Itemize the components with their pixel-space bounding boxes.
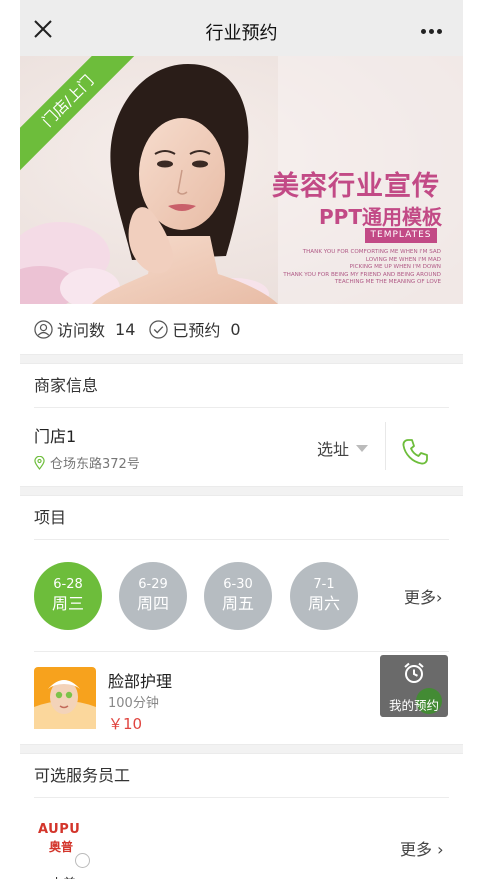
service-duration: 100分钟 [108,696,159,711]
banner-title: 美容行业宣传 [272,171,440,202]
my-booking-button[interactable]: 我的预约 [380,655,448,717]
section-divider [20,744,463,754]
banner-line: THANK YOU FOR BEING MY FRIEND AND BEING … [283,271,441,278]
section-divider [20,486,463,496]
booked-stat: 已预约 0 [149,317,241,341]
date-weekday: 周三 [51,594,84,613]
check-circle-icon [149,319,169,339]
store-name: 门店1 [34,427,77,446]
location-pin-icon [34,455,45,470]
stats-bar: 访问数 14 已预约 0 [20,304,463,354]
more-staff-label: 更多 [400,840,433,859]
date-day: 7-1 [313,577,335,592]
more-staff-button[interactable]: 更多 › [400,836,444,860]
visits-label: 访问数 [57,321,106,340]
visits-stat: 访问数 14 [34,317,135,341]
visits-count: 14 [115,319,136,339]
booked-label: 已预约 [172,321,221,340]
select-address-label: 选址 [317,440,350,459]
banner-line: THANK YOU FOR COMFORTING ME WHEN I'M SAD [302,249,441,255]
user-icon [34,319,53,339]
banner-fine-print: THANK YOU FOR COMFORTING ME WHEN I'M SAD… [241,249,441,287]
date-day: 6-30 [223,577,253,592]
vertical-divider [385,422,386,470]
phone-icon[interactable] [400,437,430,467]
date-weekday: 周四 [136,594,169,613]
dropdown-caret-icon [356,444,369,452]
banner[interactable]: 门店/上门 美容行业宣传 PPT通用模板 TEMPLATES THANK YOU… [20,56,463,304]
date-option-6-28[interactable]: 6-28 周三 [34,562,102,630]
store-address-text: 仓场东路372号 [50,457,140,472]
date-day: 6-29 [138,577,168,592]
service-price: ￥10 [108,715,143,733]
service-name: 脸部护理 [108,672,173,691]
store-address: 仓场东路372号 [34,453,140,472]
date-option-6-29[interactable]: 6-29 周四 [119,562,187,630]
navbar: 行业预约 [20,0,463,56]
my-booking-label: 我的预约 [388,698,439,713]
banner-subtitle: PPT通用模板 [319,205,442,229]
brand-logo-text: AUPU [38,822,81,837]
store-row: 门店1 仓场东路372号 选址 [20,408,463,486]
more-dates-button[interactable]: 更多› [404,584,442,608]
banner-line: TEACHING ME THE MEANING OF LOVE [334,279,441,286]
staff-section-header: 可选服务员工 [34,754,449,798]
chevron-right-icon: › [436,588,443,607]
alarm-clock-icon [404,662,424,683]
banner-line: LOVING ME WHEN I'M MAD [365,256,441,263]
chevron-right-icon: › [432,840,444,859]
staff-row: AUPU 奥普 小美 更多 › [20,798,463,879]
select-address-dropdown[interactable]: 选址 [317,436,369,460]
staff-name: 小美 [50,873,76,879]
merchant-section-header: 商家信息 [34,364,449,408]
section-divider [20,354,463,364]
date-option-7-1[interactable]: 7-1 周六 [290,562,358,630]
project-section-header: 项目 [34,496,449,540]
date-option-6-30[interactable]: 6-30 周五 [204,562,272,630]
service-thumbnail [34,667,96,729]
staff-avatar[interactable]: AUPU 奥普 [38,822,90,855]
date-weekday: 周六 [307,594,340,613]
more-dates-label: 更多 [404,588,437,607]
service-item[interactable]: 脸部护理 100分钟 ￥10 我的预约 [20,652,463,744]
banner-line: PICKING ME UP WHEN I'M DOWN [349,264,441,271]
staff-select-radio[interactable] [75,853,90,868]
booked-count: 0 [230,319,241,339]
more-menu-icon[interactable] [421,29,443,35]
banner-tag: TEMPLATES [365,228,437,243]
page-title: 行业预约 [205,23,278,44]
date-day: 6-28 [53,577,83,592]
date-weekday: 周五 [221,594,254,613]
page: 行业预约 门店/上门 美容行业宣传 PPT通用模板 TEMPLATES THAN… [20,0,463,879]
date-selector: 6-28 周三 6-29 周四 6-30 周五 7-1 周六 更多› [34,540,449,652]
